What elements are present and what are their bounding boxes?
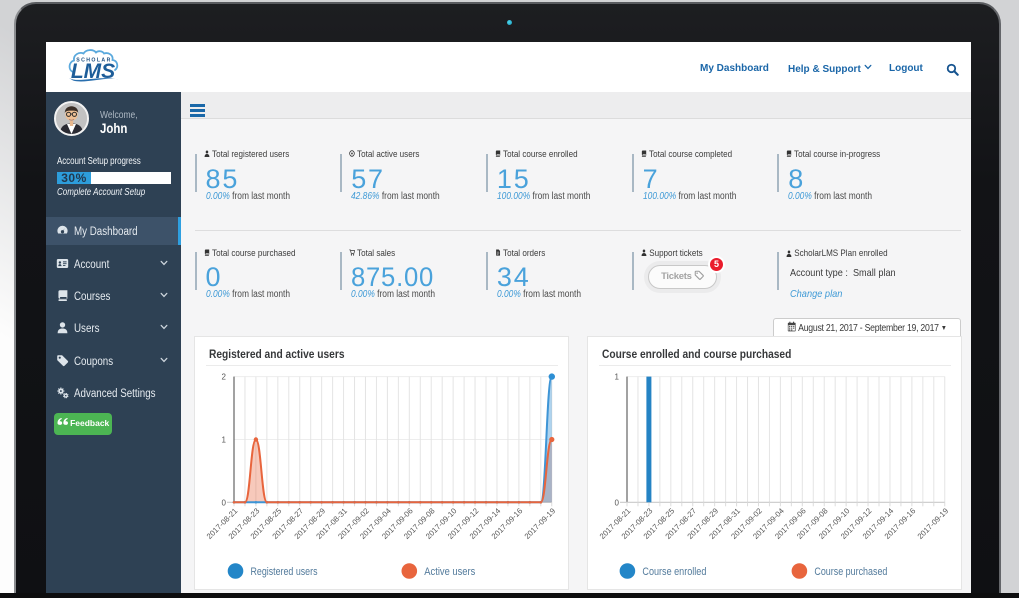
svg-text:Registered users: Registered users bbox=[250, 566, 317, 578]
svg-text:0: 0 bbox=[614, 498, 619, 507]
svg-text:0: 0 bbox=[221, 498, 226, 507]
svg-text:Course purchased: Course purchased bbox=[814, 566, 887, 578]
svg-text:2017-09-19: 2017-09-19 bbox=[522, 506, 557, 541]
svg-text:Active users: Active users bbox=[424, 566, 475, 578]
svg-text:1: 1 bbox=[221, 436, 226, 445]
svg-text:Course enrolled: Course enrolled bbox=[642, 566, 706, 578]
svg-text:2: 2 bbox=[221, 373, 226, 382]
svg-text:1: 1 bbox=[614, 373, 619, 382]
svg-text:2017-09-19: 2017-09-19 bbox=[915, 506, 950, 541]
